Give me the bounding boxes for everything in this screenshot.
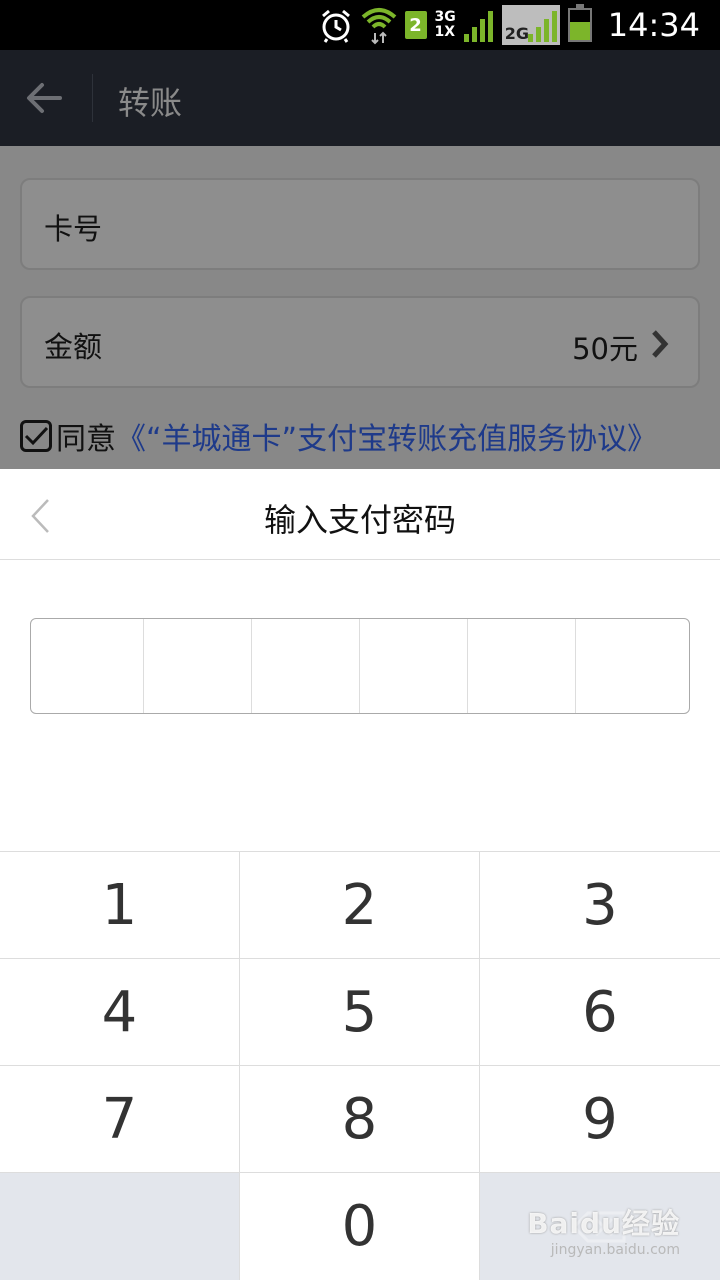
network-2g-label: 2G [504,24,530,43]
network-bottom-label: 1X [434,24,456,40]
password-digit-cell [144,619,252,713]
signal-icon [463,11,493,42]
password-digit-cell [468,619,576,713]
key-0[interactable]: 0 [240,1173,480,1280]
password-sheet: 输入支付密码 1 2 3 4 5 6 7 8 9 0 Baidu经验 jingy… [0,469,720,1280]
amount-value: 50元 [572,332,638,366]
status-icons: 2 3G 1X 2G 14:34 [319,0,700,50]
page-title: 转账 [118,84,183,122]
agreement-link[interactable]: 《“羊城通卡”支付宝转账充值服务协议》 [116,414,657,458]
network-top-label: 3G [434,9,456,25]
sheet-header: 输入支付密码 [0,469,720,560]
password-digit-cell [576,619,689,713]
password-input[interactable] [30,618,690,714]
battery-icon [567,4,592,42]
alarm-icon [321,9,350,43]
card-number-label: 卡号 [44,212,103,246]
agreement-checkbox[interactable] [20,420,52,452]
key-8[interactable]: 8 [240,1066,480,1173]
key-9[interactable]: 9 [480,1066,720,1173]
checkmark-icon [24,426,49,446]
key-5[interactable]: 5 [240,959,480,1066]
agreement-prefix: 同意 [56,422,116,457]
signal-icon [527,11,557,42]
amount-label: 金额 [44,330,103,364]
back-arrow-icon[interactable] [24,78,64,118]
status-bar: 2 3G 1X 2G 14:34 [0,0,720,50]
key-6[interactable]: 6 [480,959,720,1066]
watermark-url: jingyan.baidu.com [550,1242,680,1258]
key-1[interactable]: 1 [0,852,240,959]
key-3[interactable]: 3 [480,852,720,959]
watermark-logo: Baidu经验 [527,1207,680,1240]
transfer-form: 卡号 金额 50元 同意 《“羊城通卡”支付宝转账充值服务协议》 [0,146,720,470]
card-number-field[interactable]: 卡号 [20,178,700,270]
watermark: Baidu经验 jingyan.baidu.com [527,1202,680,1258]
amount-field[interactable]: 金额 50元 [20,296,700,388]
key-7[interactable]: 7 [0,1066,240,1173]
chevron-right-icon [652,330,669,358]
password-digit-cell [31,619,144,713]
agreement-row: 同意 《“羊城通卡”支付宝转账充值服务协议》 [20,414,657,458]
password-digit-cell [360,619,468,713]
key-blank [0,1173,240,1280]
sheet-title: 输入支付密码 [263,501,456,539]
key-2[interactable]: 2 [240,852,480,959]
app-bar: 转账 [0,50,720,146]
sim-icon: 2 [404,11,427,39]
key-4[interactable]: 4 [0,959,240,1066]
password-digit-cell [252,619,360,713]
network-2g-badge: 2G [501,5,560,45]
wifi-icon [361,8,396,45]
clock: 14:34 [607,6,700,44]
network-type-label: 3G 1X [435,10,456,40]
app-bar-divider [92,74,93,122]
